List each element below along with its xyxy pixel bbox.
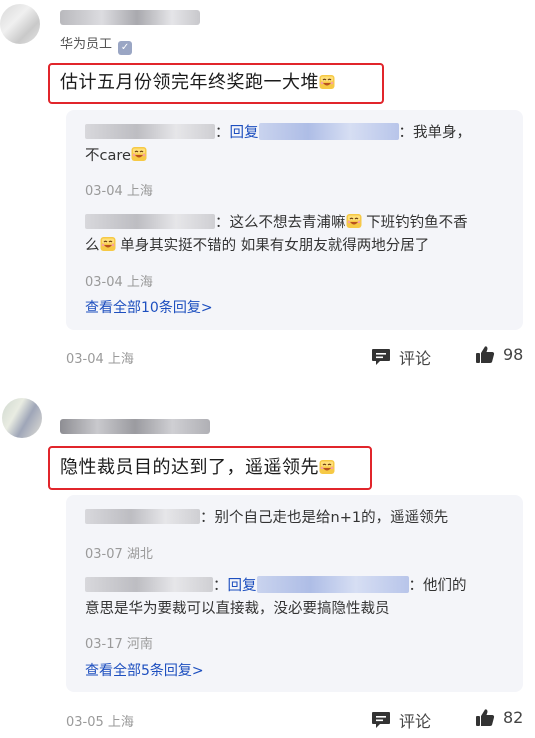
comment-meta: 03-05 上海	[66, 715, 134, 730]
reply-author-name[interactable]	[85, 577, 213, 592]
thumbs-up-icon	[476, 709, 495, 726]
reply-meta: 03-07 湖北	[85, 547, 153, 562]
reply-text: 下班钓钓鱼不香	[366, 215, 468, 231]
comment-label: 评论	[399, 712, 432, 731]
reply-author-name[interactable]	[85, 509, 200, 524]
reply-item[interactable]: ：回复 ：他们的 意思是华为要裁可以直接裁，没必要搞隐性裁员	[85, 575, 510, 621]
reply-text: 么	[85, 238, 100, 254]
reply-meta: 03-17 河南	[85, 637, 153, 652]
reply-to-label[interactable]: 回复	[230, 125, 259, 141]
like-button[interactable]: 98	[475, 345, 523, 364]
reply-text: ：他们的	[408, 578, 467, 594]
reply-author-name[interactable]	[85, 214, 215, 229]
comment-text: 隐性裁员目的达到了，遥遥领先	[60, 457, 319, 478]
comment-button[interactable]: 评论	[371, 708, 431, 732]
reply-target-name[interactable]	[256, 576, 409, 593]
laughing-emoji-icon	[130, 146, 147, 162]
reply-meta: 03-04 上海	[85, 275, 153, 290]
avatar[interactable]	[0, 4, 40, 44]
like-count: 98	[503, 345, 524, 364]
laughing-emoji-icon	[319, 459, 335, 475]
comment-label: 评论	[399, 349, 432, 368]
reply-meta: 03-04 上海	[85, 184, 153, 199]
comment-icon	[372, 712, 390, 728]
reply-text: 不care	[85, 148, 131, 164]
comment-button[interactable]: 评论	[371, 345, 431, 369]
reply-item[interactable]: ：这么不想去青浦嘛 下班钓钓鱼不香 么 单身其实挺不错的 如果有女朋友就得两地分…	[85, 212, 515, 258]
comment-content[interactable]: 估计五月份领完年终奖跑一大堆	[60, 70, 335, 96]
reply-text: ：别个自己走也是给n+1的，遥遥领先	[200, 510, 449, 526]
reply-item[interactable]: ：回复 ：我单身， 不care	[85, 122, 510, 168]
verified-badge-icon: ✓	[118, 41, 133, 55]
reply-to-label[interactable]: 回复	[228, 578, 257, 594]
reply-text: 单身其实挺不错的 如果有女朋友就得两地分居了	[120, 238, 430, 254]
view-all-replies-link[interactable]: 查看全部10条回复>	[85, 297, 213, 317]
laughing-emoji-icon	[345, 213, 362, 229]
comment-text: 估计五月份领完年终奖跑一大堆	[60, 72, 319, 93]
avatar[interactable]	[2, 398, 42, 438]
thumbs-up-icon	[476, 346, 495, 363]
view-all-replies-link[interactable]: 查看全部5条回复>	[85, 660, 204, 680]
reply-target-name[interactable]	[258, 123, 399, 140]
laughing-emoji-icon	[99, 236, 116, 252]
like-count: 82	[503, 708, 524, 727]
author-name[interactable]	[60, 419, 210, 434]
comment-icon	[372, 349, 390, 365]
reply-text: ：我单身，	[398, 125, 472, 141]
author-name[interactable]	[60, 10, 200, 25]
laughing-emoji-icon	[319, 74, 335, 90]
author-badge-label: 华为员工	[60, 37, 113, 52]
like-button[interactable]: 82	[475, 708, 523, 727]
reply-text: ：这么不想去青浦嘛	[215, 215, 346, 231]
reply-item[interactable]: ：别个自己走也是给n+1的，遥遥领先	[85, 507, 515, 530]
reply-author-name[interactable]	[85, 124, 215, 139]
comment-content[interactable]: 隐性裁员目的达到了，遥遥领先	[60, 455, 335, 481]
comment-meta: 03-04 上海	[66, 352, 134, 367]
author-badge: 华为员工 ✓	[60, 33, 133, 55]
reply-text: 意思是华为要裁可以直接裁，没必要搞隐性裁员	[85, 601, 390, 617]
